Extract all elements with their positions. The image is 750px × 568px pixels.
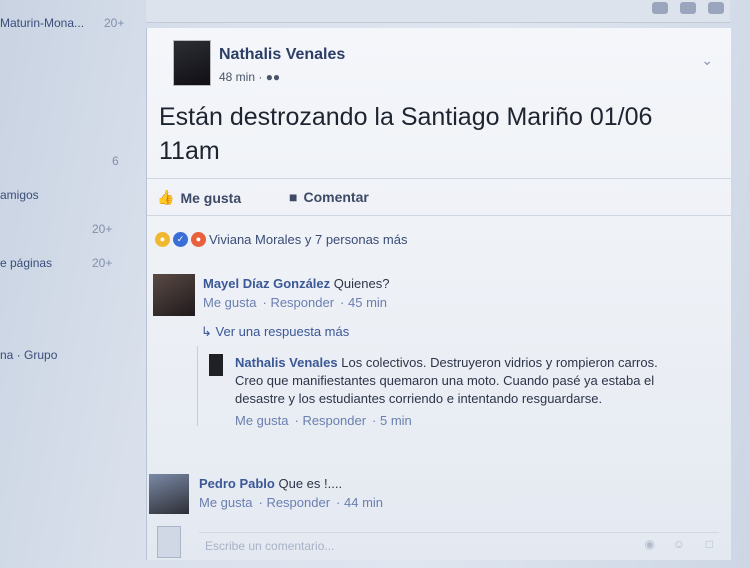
sidebar-item[interactable]: e páginas bbox=[0, 256, 52, 270]
angry-reaction-icon: ● bbox=[191, 232, 206, 247]
comment-actions: Me gusta · Responder · 5 min bbox=[235, 413, 412, 428]
post-card: Nathalis Venales 48 min · ●● ⌄ Están des… bbox=[146, 28, 731, 560]
avatar bbox=[157, 526, 181, 558]
comment-author[interactable]: Nathalis Venales bbox=[235, 355, 338, 370]
post-text: Están destrozando la Santiago Mariño 01/… bbox=[159, 103, 653, 165]
comment: Mayel Díaz González Quienes? Me gusta · R… bbox=[203, 276, 393, 310]
friends-icon[interactable] bbox=[652, 2, 668, 14]
top-bar bbox=[146, 0, 730, 23]
sidebar-count: 20+ bbox=[92, 222, 113, 236]
reactions-summary[interactable]: ● ✓ ● Viviana Morales y 7 personas más bbox=[155, 232, 407, 247]
comment-actions: Me gusta · Responder · 45 min bbox=[203, 295, 388, 310]
comment-button[interactable]: ■ Comentar bbox=[289, 189, 369, 205]
comment-actions: Me gusta · Responder · 44 min bbox=[199, 495, 384, 510]
comment: Pedro Pablo Que es !.... Me gusta · Respo… bbox=[199, 476, 389, 510]
comment-time[interactable]: 44 min bbox=[344, 495, 383, 510]
comment-placeholder: Escribe un comentario... bbox=[205, 539, 335, 553]
emoji-icon[interactable]: ☺ bbox=[673, 537, 685, 551]
camera-icon[interactable]: ◉ bbox=[645, 537, 655, 551]
friends-icon: ●● bbox=[265, 70, 281, 84]
avatar[interactable] bbox=[209, 354, 223, 376]
comment-reply-link[interactable]: Responder bbox=[270, 295, 334, 310]
comment-author[interactable]: Mayel Díaz González bbox=[203, 276, 330, 291]
sidebar-count: 20+ bbox=[92, 256, 113, 270]
sidebar-item[interactable]: Maturin-Mona... bbox=[0, 16, 84, 30]
reply-comment: Nathalis Venales Los colectivos. Destruy… bbox=[235, 354, 685, 430]
like-reaction-icon: ✓ bbox=[173, 232, 188, 247]
post-actions: 👍 Me gusta ■ Comentar bbox=[147, 178, 731, 216]
sticker-icon[interactable]: □ bbox=[706, 537, 713, 551]
comment-input[interactable]: Escribe un comentario... ◉ ☺ □ bbox=[199, 532, 719, 557]
comment-time[interactable]: 45 min bbox=[348, 295, 387, 310]
avatar[interactable] bbox=[149, 474, 189, 514]
comment-time[interactable]: 5 min bbox=[380, 413, 412, 428]
comment-icon: ■ bbox=[289, 189, 298, 205]
reply-thread-line bbox=[197, 346, 198, 426]
view-more-replies[interactable]: ↳ Ver una respuesta más bbox=[201, 324, 349, 340]
notifications-icon[interactable] bbox=[708, 2, 724, 14]
like-button[interactable]: 👍 Me gusta bbox=[157, 189, 241, 206]
comment-like-link[interactable]: Me gusta bbox=[199, 495, 252, 510]
sidebar-count: 20+ bbox=[104, 16, 125, 30]
chevron-down-icon[interactable]: ⌄ bbox=[701, 52, 713, 69]
sidebar-item[interactable]: amigos bbox=[0, 188, 39, 202]
post-time[interactable]: 48 min · bbox=[219, 70, 266, 84]
comment-text: Que es !.... bbox=[278, 476, 343, 491]
post-author[interactable]: Nathalis Venales bbox=[219, 46, 345, 64]
comment-text: Quienes? bbox=[333, 276, 390, 291]
comment-author[interactable]: Pedro Pablo bbox=[199, 476, 275, 491]
sidebar-item[interactable]: na · Grupo bbox=[0, 348, 57, 362]
avatar[interactable] bbox=[173, 40, 211, 86]
left-sidebar: Maturin-Mona... 20+ 6 amigos 20+ e págin… bbox=[0, 0, 140, 568]
reply-arrow-icon: ↳ bbox=[201, 324, 212, 339]
comment-reply-link[interactable]: Responder bbox=[266, 495, 330, 510]
comment-reply-link[interactable]: Responder bbox=[302, 413, 366, 428]
wow-reaction-icon: ● bbox=[155, 232, 170, 247]
comment-like-link[interactable]: Me gusta bbox=[203, 295, 256, 310]
sidebar-count: 6 bbox=[112, 154, 119, 168]
comment-like-link[interactable]: Me gusta bbox=[235, 413, 288, 428]
post-meta: 48 min · ●● bbox=[219, 70, 280, 84]
thumbs-up-icon: 👍 bbox=[157, 189, 175, 205]
avatar[interactable] bbox=[153, 274, 195, 316]
messages-icon[interactable] bbox=[680, 2, 696, 14]
